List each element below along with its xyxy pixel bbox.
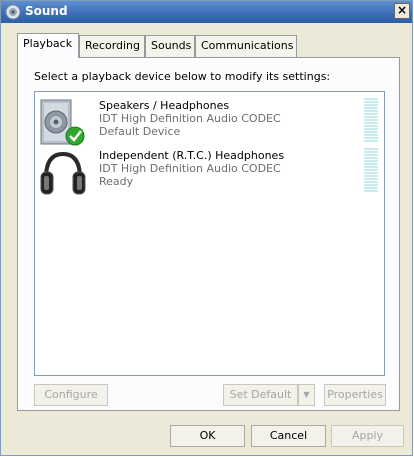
ok-button[interactable]: OK	[170, 425, 245, 447]
instruction-text: Select a playback device below to modify…	[34, 70, 331, 83]
close-icon: ×	[396, 3, 408, 17]
device-status: Ready	[99, 175, 134, 188]
sound-dialog: Sound × Playback Recording Sounds Commun…	[0, 0, 413, 456]
speaker-icon	[40, 99, 85, 146]
title-bar[interactable]: Sound ×	[1, 1, 412, 23]
tab-playback[interactable]: Playback	[17, 33, 79, 58]
volume-level-meter	[364, 148, 378, 192]
device-list[interactable]: Speakers / Headphones IDT High Definitio…	[34, 91, 385, 376]
device-item-headphones[interactable]: Independent (R.T.C.) Headphones IDT High…	[35, 144, 384, 200]
speaker-app-icon	[5, 4, 21, 20]
device-name: Speakers / Headphones	[99, 99, 230, 112]
device-driver: IDT High Definition Audio CODEC	[99, 162, 281, 175]
properties-button[interactable]: Properties	[324, 384, 386, 406]
window-title: Sound	[25, 4, 68, 18]
cancel-button[interactable]: Cancel	[251, 425, 326, 447]
chevron-down-icon: ▼	[303, 390, 310, 399]
tab-communications[interactable]: Communications	[195, 35, 297, 57]
tab-sounds[interactable]: Sounds	[145, 35, 195, 57]
playback-panel: Select a playback device below to modify…	[17, 57, 400, 411]
device-name: Independent (R.T.C.) Headphones	[99, 149, 285, 162]
default-check-icon	[65, 126, 85, 146]
volume-level-meter	[364, 98, 378, 142]
apply-button[interactable]: Apply	[331, 425, 404, 447]
headphones-icon	[40, 151, 86, 195]
device-driver: IDT High Definition Audio CODEC	[99, 112, 281, 125]
set-default-button[interactable]: Set Default	[223, 384, 298, 406]
device-item-speakers[interactable]: Speakers / Headphones IDT High Definitio…	[35, 94, 384, 150]
close-button[interactable]: ×	[394, 3, 410, 19]
tab-recording[interactable]: Recording	[79, 35, 145, 57]
set-default-dropdown-button[interactable]: ▼	[298, 384, 315, 406]
device-status: Default Device	[99, 125, 181, 138]
configure-button[interactable]: Configure	[34, 384, 108, 406]
